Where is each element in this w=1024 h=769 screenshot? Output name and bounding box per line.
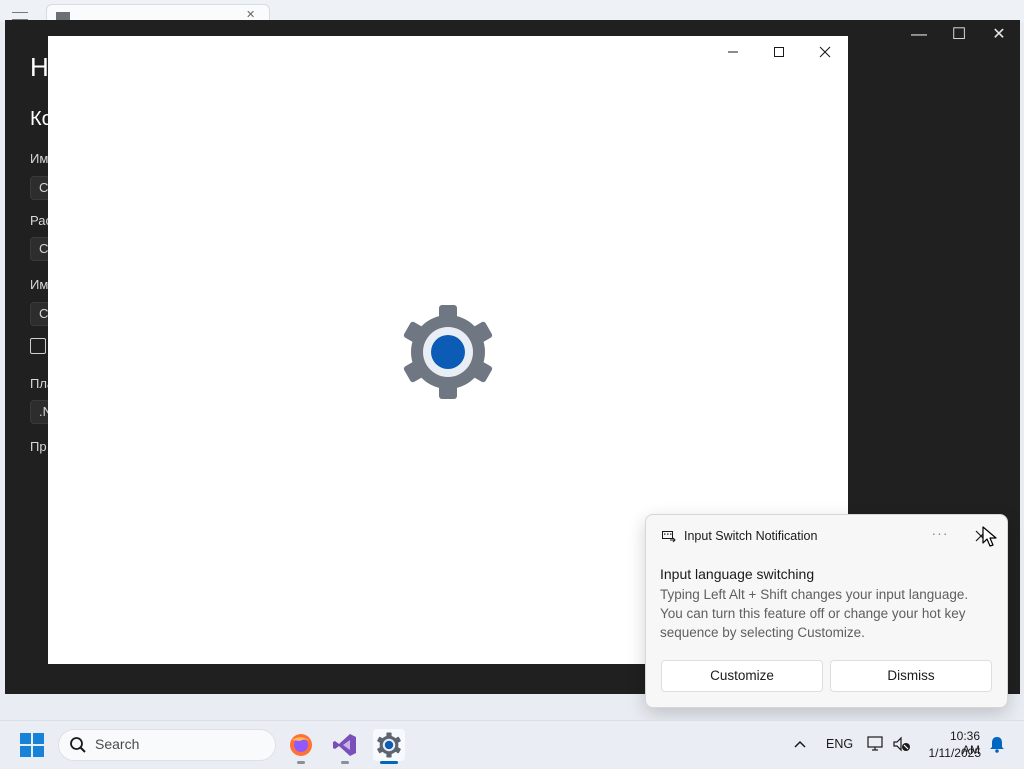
dismiss-button[interactable]: Dismiss (830, 660, 992, 692)
settings-gear-icon (403, 305, 493, 399)
search-icon (70, 737, 86, 753)
keyboard-icon (662, 531, 676, 543)
tab-actions-icon[interactable] (12, 12, 28, 20)
notification-body: Typing Left Alt + Shift changes your inp… (660, 587, 969, 640)
field-label: Пр (30, 439, 47, 454)
customize-button[interactable]: Customize (661, 660, 823, 692)
checkbox[interactable] (30, 338, 46, 354)
running-indicator (297, 761, 305, 764)
text-field[interactable]: C (30, 176, 50, 200)
close-button[interactable] (802, 36, 848, 68)
taskbar-app-visual-studio[interactable] (329, 729, 361, 761)
minimize-icon (728, 51, 738, 53)
start-button[interactable] (20, 733, 44, 757)
notification-bell-icon[interactable] (988, 735, 1006, 753)
close-icon (819, 46, 831, 58)
running-indicator (341, 761, 349, 764)
text-field[interactable]: C (30, 237, 50, 261)
visual-studio-icon (333, 734, 356, 756)
notification-heading: Input language switching (660, 566, 815, 582)
taskbar-app-firefox[interactable] (285, 729, 317, 761)
firefox-icon (290, 734, 312, 756)
text-field[interactable]: C (30, 302, 50, 326)
notification-toast[interactable]: Input Switch Notification ··· Input lang… (645, 514, 1008, 708)
text-field[interactable]: .N (30, 400, 52, 424)
network-icon[interactable] (866, 735, 886, 753)
page-title: Н (30, 52, 49, 82)
taskbar: Search ENG 10:36 AM 1/11/2025 (0, 720, 1024, 769)
notification-app-name: Input Switch Notification (684, 529, 818, 543)
field-label: Им (30, 151, 49, 166)
more-options-button[interactable]: ··· (928, 525, 952, 545)
search-label: Search (95, 736, 140, 752)
field-label: Им (30, 277, 49, 292)
active-indicator (380, 761, 398, 764)
minimize-button[interactable] (710, 36, 756, 68)
taskbar-search-box[interactable]: Search (58, 729, 276, 761)
tab-close-icon[interactable]: ✕ (246, 10, 256, 21)
maximize-button[interactable] (756, 36, 802, 68)
settings-icon (377, 732, 401, 758)
clock-date[interactable]: 1/11/2025 (924, 746, 982, 760)
taskbar-app-settings[interactable] (373, 729, 405, 761)
maximize-icon (774, 47, 784, 57)
input-language-indicator[interactable]: ENG (826, 737, 853, 751)
close-button[interactable]: ✕ (976, 20, 1022, 50)
mouse-cursor-icon (982, 526, 997, 547)
volume-muted-icon[interactable] (892, 735, 912, 753)
chevron-up-icon[interactable] (790, 735, 810, 753)
